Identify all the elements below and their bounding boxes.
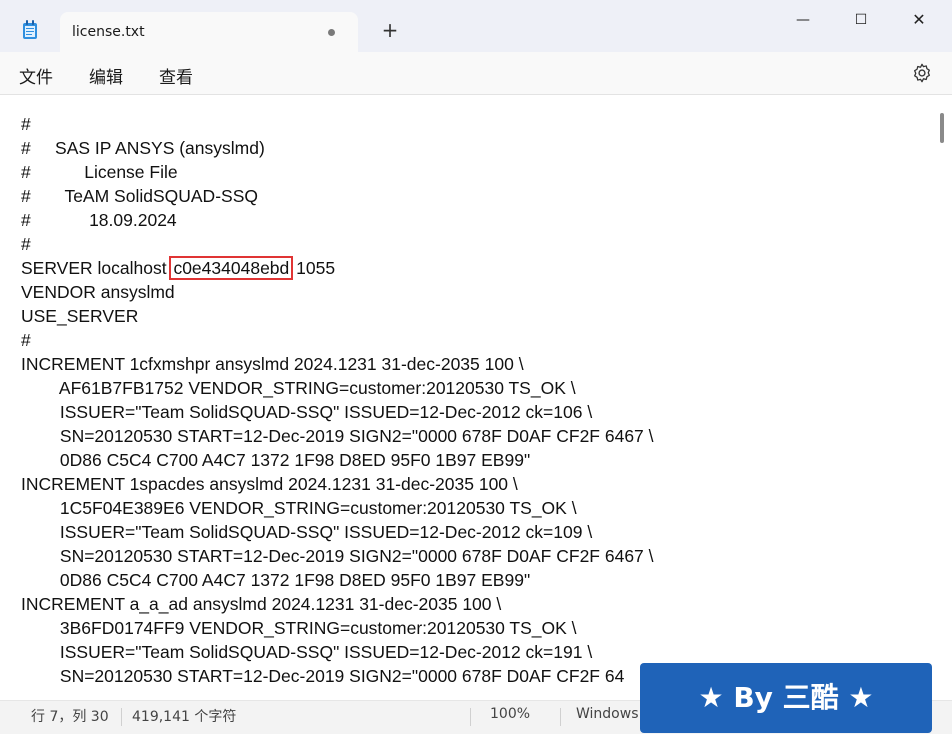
text-line: # (21, 328, 31, 352)
text-line: 1C5F04E389E6 VENDOR_STRING=customer:2012… (21, 496, 577, 520)
menu-bar: 文件 编辑 查看 (0, 52, 952, 95)
notepad-app-icon (23, 20, 37, 39)
title-bar: license.txt + — ☐ ✕ (0, 0, 952, 52)
text-line: # SAS IP ANSYS (ansyslmd) (21, 136, 265, 160)
text-line: # (21, 232, 31, 256)
status-divider (121, 708, 122, 726)
highlighted-hostid: c0e434048ebd (169, 256, 294, 280)
line-text: SN=20120530 START=12-Dec-2019 SIGN2="000… (21, 546, 654, 566)
text-line: SN=20120530 START=12-Dec-2019 SIGN2="000… (21, 664, 624, 688)
menu-view[interactable]: 查看 (159, 63, 193, 88)
text-line: VENDOR ansyslmd (21, 280, 175, 304)
close-button[interactable]: ✕ (896, 8, 942, 32)
server-port: 1055 (291, 258, 336, 278)
text-line: USE_SERVER (21, 304, 138, 328)
line-text: INCREMENT 1spacdes ansyslmd 2024.1231 31… (21, 474, 518, 494)
cursor-position: 行 7，列 30 (31, 709, 109, 725)
new-tab-button[interactable]: + (378, 18, 402, 42)
text-line: 3B6FD0174FF9 VENDOR_STRING=customer:2012… (21, 616, 577, 640)
line-text: INCREMENT 1cfxmshpr ansyslmd 2024.1231 3… (21, 354, 524, 374)
line-text: 0D86 C5C4 C700 A4C7 1372 1F98 D8ED 95F0 … (21, 570, 531, 590)
tab-title: license.txt (72, 24, 145, 40)
text-line: ISSUER="Team SolidSQUAD-SSQ" ISSUED=12-D… (21, 520, 592, 544)
line-ending[interactable]: Windows (576, 706, 639, 722)
text-line: # 18.09.2024 (21, 208, 177, 232)
line-text: # (21, 234, 31, 254)
line-text: 3B6FD0174FF9 VENDOR_STRING=customer:2012… (21, 618, 577, 638)
text-editor-area[interactable]: # # SAS IP ANSYS (ansyslmd) # License File… (0, 95, 952, 700)
unsaved-dot-icon[interactable] (328, 29, 335, 36)
text-line: # (21, 112, 31, 136)
text-line: 0D86 C5C4 C700 A4C7 1372 1F98 D8ED 95F0 … (21, 448, 530, 472)
tab-license-txt[interactable]: license.txt (60, 12, 358, 52)
line-text: VENDOR ansyslmd (21, 282, 175, 302)
text-line: INCREMENT a_a_ad ansyslmd 2024.1231 31-d… (21, 592, 501, 616)
line-text: ISSUER="Team SolidSQUAD-SSQ" ISSUED=12-D… (21, 642, 593, 662)
line-text: SN=20120530 START=12-Dec-2019 SIGN2="000… (21, 426, 654, 446)
line-text: AF61B7FB1752 VENDOR_STRING=customer:2012… (21, 378, 576, 398)
line-text: SN=20120530 START=12-Dec-2019 SIGN2="000… (21, 666, 625, 686)
line-text: ISSUER="Team SolidSQUAD-SSQ" ISSUED=12-D… (21, 402, 593, 422)
line-text: # SAS IP ANSYS (ansyslmd) (21, 138, 265, 158)
text-line: AF61B7FB1752 VENDOR_STRING=customer:2012… (21, 376, 576, 400)
character-count: 419,141 个字符 (132, 709, 237, 725)
maximize-button[interactable]: ☐ (838, 8, 884, 32)
text-line: 0D86 C5C4 C700 A4C7 1372 1F98 D8ED 95F0 … (21, 568, 530, 592)
watermark-banner: ★ By 三酷 ★ (640, 663, 932, 733)
text-line: SERVER localhost c0e434048ebd 1055 (21, 256, 335, 280)
line-text: # License File (21, 162, 178, 182)
line-text: SERVER localhost (21, 258, 172, 278)
vertical-scrollbar-thumb[interactable] (940, 113, 944, 143)
text-line: INCREMENT 1spacdes ansyslmd 2024.1231 31… (21, 472, 518, 496)
line-text: # 18.09.2024 (21, 210, 177, 230)
text-line: ISSUER="Team SolidSQUAD-SSQ" ISSUED=12-D… (21, 400, 592, 424)
status-divider (470, 708, 471, 726)
menu-file[interactable]: 文件 (19, 63, 53, 88)
line-text: ISSUER="Team SolidSQUAD-SSQ" ISSUED=12-D… (21, 522, 593, 542)
text-line: # TeAM SolidSQUAD-SSQ (21, 184, 258, 208)
line-text: INCREMENT a_a_ad ansyslmd 2024.1231 31-d… (21, 594, 502, 614)
notepad-window: license.txt + — ☐ ✕ 文件 编辑 查看 # # SAS IP A… (0, 0, 952, 734)
line-text: # TeAM SolidSQUAD-SSQ (21, 186, 258, 206)
line-text: # (21, 114, 31, 134)
line-text: 0D86 C5C4 C700 A4C7 1372 1F98 D8ED 95F0 … (21, 450, 531, 470)
line-text: USE_SERVER (21, 306, 139, 326)
status-divider (560, 708, 561, 726)
settings-gear-icon[interactable] (911, 62, 933, 84)
text-line: SN=20120530 START=12-Dec-2019 SIGN2="000… (21, 424, 654, 448)
text-line: SN=20120530 START=12-Dec-2019 SIGN2="000… (21, 544, 654, 568)
line-text: 1C5F04E389E6 VENDOR_STRING=customer:2012… (21, 498, 577, 518)
minimize-button[interactable]: — (780, 8, 826, 32)
line-text: # (21, 330, 31, 350)
menu-edit[interactable]: 编辑 (89, 63, 123, 88)
zoom-level[interactable]: 100% (490, 706, 530, 722)
text-line: INCREMENT 1cfxmshpr ansyslmd 2024.1231 3… (21, 352, 524, 376)
text-line: # License File (21, 160, 178, 184)
text-line: ISSUER="Team SolidSQUAD-SSQ" ISSUED=12-D… (21, 640, 592, 664)
